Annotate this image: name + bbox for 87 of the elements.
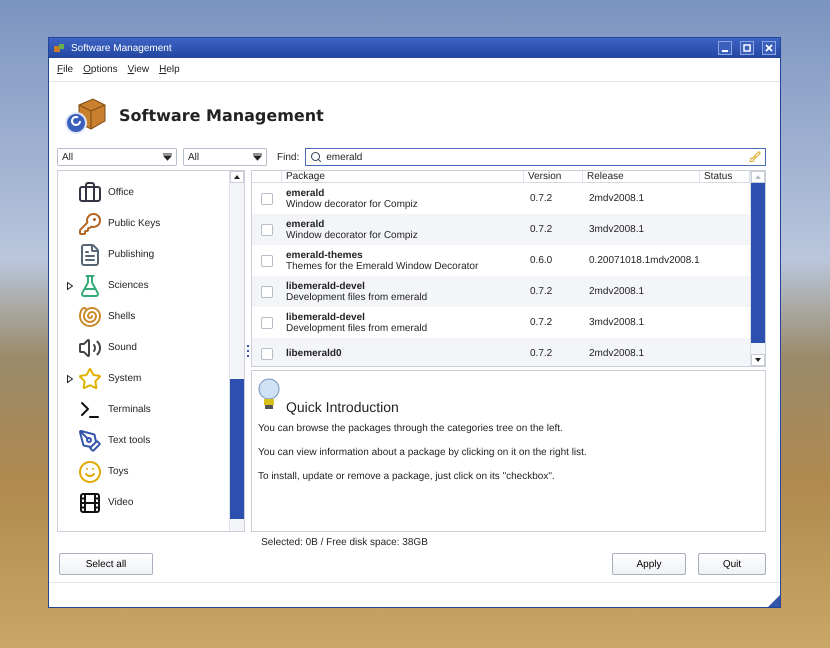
app-heading: Software Management bbox=[119, 106, 324, 124]
category-item[interactable]: Text tools bbox=[108, 435, 150, 446]
version-cell-text: 0.7.2 bbox=[529, 224, 554, 235]
info-title: Quick Introduction bbox=[286, 399, 399, 415]
key-icon bbox=[78, 212, 102, 236]
release-cell-text: 2mdv2008.1 bbox=[588, 286, 646, 297]
status-text: Selected: 0B / Free disk space: 38GB bbox=[261, 537, 428, 548]
window-title: Software Management bbox=[71, 42, 173, 54]
version-cell-text: 0.7.2 bbox=[529, 286, 554, 297]
checkbox[interactable] bbox=[261, 192, 273, 204]
minimize-button[interactable] bbox=[718, 41, 732, 55]
package-row[interactable]: libemerald0 0.7.2 2mdv2008.1 bbox=[252, 338, 750, 366]
filter-dropdown[interactable]: All bbox=[57, 148, 177, 166]
column-header[interactable]: Package bbox=[282, 171, 524, 182]
menu-item[interactable]: Help bbox=[159, 64, 180, 75]
star-icon bbox=[78, 366, 102, 390]
maximize-button[interactable] bbox=[740, 41, 754, 55]
expand-arrow-icon[interactable] bbox=[67, 282, 73, 290]
version-cell-text: 0.7.2 bbox=[529, 193, 554, 204]
release-cell-text: 3mdv2008.1 bbox=[588, 224, 646, 235]
pen-icon bbox=[78, 428, 102, 452]
expand-arrow-icon[interactable] bbox=[67, 374, 73, 382]
category-item[interactable]: Sciences bbox=[108, 280, 149, 291]
info-text: You can view information about a package by clicking on it on the right list. bbox=[258, 447, 588, 458]
category-item[interactable]: System bbox=[108, 373, 142, 384]
category-item[interactable]: Terminals bbox=[108, 404, 151, 415]
package-name: libemerald-devel bbox=[286, 312, 366, 322]
version-cell-text: 0.6.0 bbox=[529, 255, 554, 266]
close-button[interactable] bbox=[762, 41, 776, 55]
checkbox[interactable] bbox=[261, 254, 273, 266]
package-name: emerald bbox=[286, 218, 326, 230]
release-cell-text: 3mdv2008.1 bbox=[588, 317, 646, 328]
package-description: Development files from emerald bbox=[286, 292, 428, 302]
info-text: To install, update or remove a package, just click on its "checkbox". bbox=[258, 471, 556, 482]
select-all-button[interactable]: Select all bbox=[59, 553, 153, 575]
menu-item[interactable]: View bbox=[128, 64, 150, 75]
checkbox[interactable] bbox=[261, 286, 273, 298]
scroll-down-icon[interactable] bbox=[755, 358, 761, 362]
package-description: Window decorator for Compiz bbox=[286, 198, 419, 210]
menu-item[interactable]: Options bbox=[83, 64, 118, 75]
package-description: Window decorator for Compiz bbox=[286, 230, 419, 240]
close-icon bbox=[765, 44, 773, 52]
release-cell-text: 0.20071018.1mdv2008.1 bbox=[588, 255, 700, 266]
shell-icon bbox=[78, 304, 102, 328]
boxes-icon bbox=[53, 42, 65, 54]
package-name: emerald-themes bbox=[286, 250, 364, 260]
scroll-up-icon[interactable] bbox=[234, 175, 240, 179]
action-button[interactable]: Apply bbox=[612, 553, 686, 575]
category-item[interactable]: Toys bbox=[108, 466, 129, 477]
info-text: You can browse the packages through the categories tree on the left. bbox=[258, 423, 564, 434]
menu-item[interactable]: File bbox=[57, 64, 74, 75]
package-row[interactable]: libemerald-devel Development files from emerald 0.7.2 2mdv2008.1 bbox=[252, 276, 750, 307]
search-icon bbox=[310, 151, 322, 163]
smiley-icon bbox=[78, 460, 102, 484]
dropdown-arrow-icon bbox=[163, 153, 172, 161]
checkbox[interactable] bbox=[261, 348, 273, 360]
find-label: Find: bbox=[277, 152, 300, 162]
action-button[interactable]: Quit bbox=[698, 553, 766, 575]
maximize-icon bbox=[743, 44, 751, 52]
version-cell-text: 0.7.2 bbox=[529, 317, 554, 328]
film-icon bbox=[78, 490, 102, 514]
version-cell-text: 0.7.2 bbox=[529, 348, 554, 359]
dropdown-arrow-icon bbox=[253, 153, 262, 161]
package-name: emerald bbox=[286, 188, 326, 198]
column-header[interactable]: Release bbox=[583, 171, 700, 182]
release-cell-text: 2mdv2008.1 bbox=[588, 193, 646, 204]
package-description: Themes for the Emerald Window Decorator bbox=[286, 260, 480, 272]
category-item[interactable]: Shells bbox=[108, 311, 136, 322]
flask-icon bbox=[78, 274, 102, 298]
document-icon bbox=[78, 242, 102, 266]
package-description: Development files from emerald bbox=[286, 322, 428, 334]
package-row[interactable]: emerald Window decorator for Compiz 0.7.2 3mdv2008.1 bbox=[252, 214, 750, 245]
category-item[interactable]: Video bbox=[108, 497, 134, 508]
filter-dropdown[interactable]: All bbox=[183, 148, 267, 166]
package-name: libemerald0 bbox=[286, 348, 343, 359]
resize-grip-icon[interactable] bbox=[768, 595, 780, 607]
briefcase-icon bbox=[78, 180, 102, 204]
category-item[interactable]: Publishing bbox=[108, 249, 154, 260]
search-field[interactable]: emerald bbox=[305, 148, 766, 166]
release-cell-text: 2mdv2008.1 bbox=[588, 348, 646, 359]
checkbox[interactable] bbox=[261, 224, 273, 236]
column-header[interactable]: Version bbox=[524, 171, 583, 182]
category-item[interactable]: Public Keys bbox=[108, 218, 160, 229]
category-item[interactable]: Office bbox=[108, 187, 134, 198]
category-item[interactable]: Sound bbox=[108, 342, 137, 353]
checkbox[interactable] bbox=[261, 316, 273, 328]
package-name: libemerald-devel bbox=[286, 280, 366, 292]
